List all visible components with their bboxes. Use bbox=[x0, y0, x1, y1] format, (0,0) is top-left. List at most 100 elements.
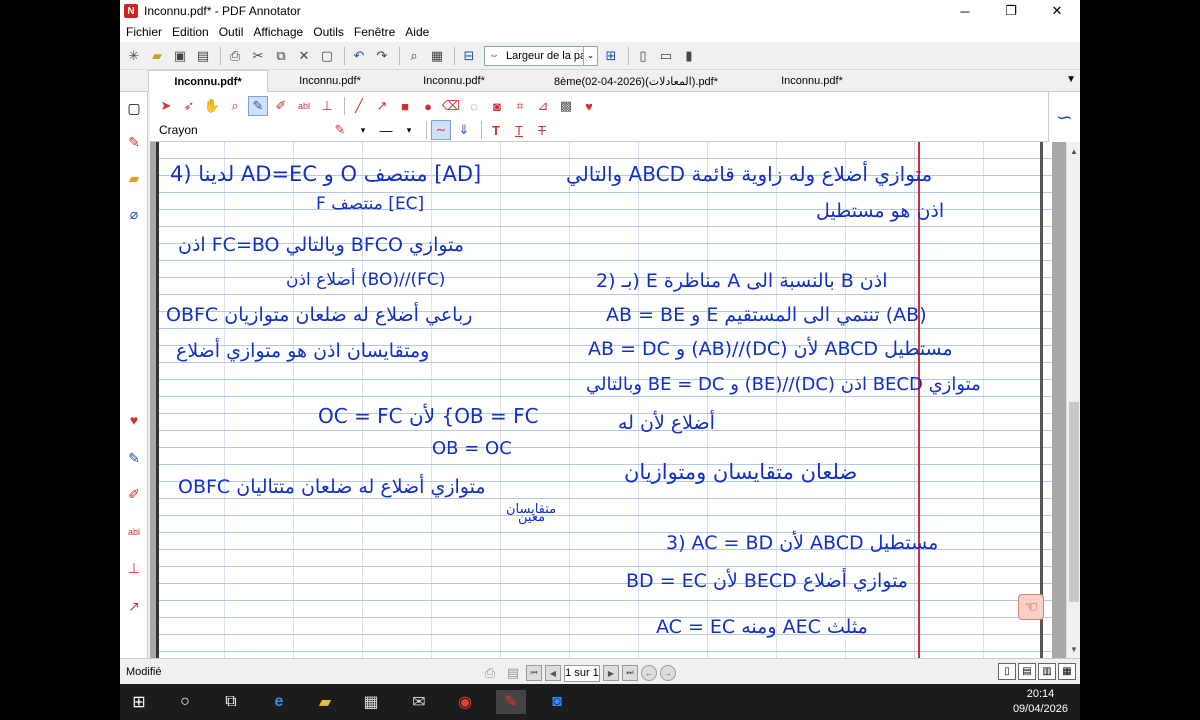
text-strikeout-icon[interactable]: T bbox=[532, 120, 552, 140]
print-preview-icon[interactable]: ⎙ bbox=[480, 663, 500, 683]
line-width-icon[interactable]: — bbox=[376, 120, 396, 140]
last-page-icon[interactable]: ⏭ bbox=[622, 665, 638, 681]
red-pen-icon[interactable]: ✎ bbox=[124, 132, 144, 152]
copy-icon[interactable]: ⧉ bbox=[271, 46, 291, 66]
zoom-app-icon[interactable]: ◙ bbox=[544, 690, 570, 714]
mail-icon[interactable]: ✉ bbox=[406, 690, 432, 714]
stamp-list-icon[interactable]: ▦ bbox=[427, 46, 447, 66]
edge-browser-icon[interactable]: e bbox=[266, 690, 292, 714]
view-continuous-icon[interactable]: ▤ bbox=[1018, 663, 1036, 680]
restore-button[interactable]: ❐ bbox=[988, 0, 1034, 22]
line-tool-icon[interactable]: ╱ bbox=[349, 96, 369, 116]
save-icon[interactable]: ▣ bbox=[170, 46, 190, 66]
attachment-icon[interactable]: ⌀ bbox=[124, 204, 144, 224]
undo-icon[interactable]: ↶ bbox=[349, 46, 369, 66]
tab-inconnu-5[interactable]: Inconnu.pdf* bbox=[756, 70, 868, 92]
scroll-down-icon[interactable]: ▼ bbox=[1067, 642, 1081, 656]
stamp-tool-icon[interactable]: ⊥ bbox=[317, 96, 337, 116]
tab-inconnu-3[interactable]: Inconnu.pdf* bbox=[392, 70, 516, 92]
select-tool-icon[interactable]: ➤ bbox=[156, 96, 176, 116]
menu-outils[interactable]: Outils bbox=[313, 25, 344, 39]
pen-tool-icon[interactable]: ✎ bbox=[248, 96, 268, 116]
sticky-note-icon[interactable]: ▰ bbox=[124, 168, 144, 188]
width-dropdown-icon[interactable]: ▾ bbox=[399, 120, 419, 140]
close-button[interactable]: ✕ bbox=[1034, 0, 1080, 22]
page-width-icon[interactable]: ▭ bbox=[656, 46, 676, 66]
pen-color-icon[interactable]: ✎ bbox=[330, 120, 350, 140]
menu-fenetre[interactable]: Fenêtre bbox=[354, 25, 395, 39]
chrome-icon[interactable]: ◉ bbox=[452, 690, 478, 714]
menu-edition[interactable]: Edition bbox=[172, 25, 209, 39]
text-box-icon[interactable]: abl bbox=[124, 522, 144, 542]
previous-page-icon[interactable]: ◀ bbox=[545, 665, 561, 681]
arrow-tool-icon[interactable]: ↗ bbox=[124, 596, 144, 616]
red-highlighter-icon[interactable]: ✐ bbox=[124, 484, 144, 504]
tab-inconnu-2[interactable]: Inconnu.pdf* bbox=[270, 70, 390, 92]
scroll-up-icon[interactable]: ▲ bbox=[1067, 144, 1081, 158]
full-screen-icon[interactable]: ▮ bbox=[679, 46, 699, 66]
store-icon[interactable]: ▦ bbox=[358, 690, 384, 714]
page-indicator[interactable]: 1 sur 1 bbox=[564, 664, 600, 682]
pdf-annotator-taskbar-icon[interactable]: ✎ bbox=[496, 690, 526, 714]
system-clock[interactable]: 20:14 09/04/2026 bbox=[1013, 687, 1068, 717]
first-page-icon[interactable]: ⏮ bbox=[526, 665, 542, 681]
rectangle-tool-icon[interactable]: ■ bbox=[395, 96, 415, 116]
ellipse-tool-icon[interactable]: ● bbox=[418, 96, 438, 116]
save-all-icon[interactable]: ▤ bbox=[193, 46, 213, 66]
paste-icon[interactable]: ▢ bbox=[317, 46, 337, 66]
open-folder-icon[interactable]: ▰ bbox=[147, 46, 167, 66]
tab-8eme-equations[interactable]: 8ème(02-04-2026)(المعادلات).pdf* bbox=[518, 70, 754, 92]
minimize-button[interactable]: ─ bbox=[942, 0, 988, 22]
tab-inconnu-1[interactable]: Inconnu.pdf* bbox=[148, 70, 268, 92]
image-tool-icon[interactable]: ▩ bbox=[556, 96, 576, 116]
text-underline-icon[interactable]: T bbox=[509, 120, 529, 140]
tab-list-dropdown-icon[interactable]: ▼ bbox=[1066, 74, 1076, 85]
menu-outil[interactable]: Outil bbox=[219, 25, 244, 39]
next-page-icon[interactable]: ▶ bbox=[603, 665, 619, 681]
back-icon[interactable]: ← bbox=[641, 665, 657, 681]
hand-tool-icon[interactable]: ✋ bbox=[202, 96, 222, 116]
eraser-tool-icon[interactable]: ⌫ bbox=[441, 96, 461, 116]
magnifier-icon[interactable]: ⌕ bbox=[225, 96, 245, 116]
file-explorer-icon[interactable]: ▰ bbox=[312, 690, 338, 714]
print-icon[interactable]: ⎙ bbox=[225, 46, 245, 66]
new-document-icon[interactable]: ✳ bbox=[124, 46, 144, 66]
text-bold-icon[interactable]: T bbox=[486, 120, 506, 140]
blank-page-icon[interactable]: ▢ bbox=[124, 98, 144, 118]
zoom-out-icon[interactable]: ⊟ bbox=[459, 46, 479, 66]
document-view[interactable]: 4) لدينا AD=EC و O منتصف [AD] F منتصف [E… bbox=[150, 142, 1066, 658]
pressure-icon[interactable]: ⇓ bbox=[454, 120, 474, 140]
cut-icon[interactable]: ✂ bbox=[248, 46, 268, 66]
chevron-down-icon[interactable]: ⌄ bbox=[583, 46, 597, 65]
stamp-icon[interactable]: ⊥ bbox=[124, 558, 144, 578]
forward-icon[interactable]: → bbox=[660, 665, 676, 681]
heart-tool-icon[interactable]: ♥ bbox=[579, 96, 599, 116]
find-icon[interactable]: ⌕ bbox=[404, 46, 424, 66]
pdf-page[interactable]: 4) لدينا AD=EC و O منتصف [AD] F منتصف [E… bbox=[156, 142, 1052, 658]
single-page-icon[interactable]: ▯ bbox=[633, 46, 653, 66]
search-icon[interactable]: ○ bbox=[172, 690, 198, 714]
arrow-line-tool-icon[interactable]: ↗ bbox=[372, 96, 392, 116]
text-tool-icon[interactable]: abl bbox=[294, 96, 314, 116]
menu-affichage[interactable]: Affichage bbox=[253, 25, 303, 39]
zoom-select[interactable]: ⇔ Largeur de la pa ⌄ bbox=[484, 45, 598, 66]
highlighter-tool-icon[interactable]: ✐ bbox=[271, 96, 291, 116]
scroll-thumb[interactable] bbox=[1069, 402, 1079, 602]
page-layout-icon[interactable]: ▤ bbox=[503, 663, 523, 683]
redo-icon[interactable]: ↷ bbox=[372, 46, 392, 66]
menu-fichier[interactable]: Fichier bbox=[126, 25, 162, 39]
camera-tool-icon[interactable]: ◙ bbox=[487, 96, 507, 116]
windows-start-icon[interactable]: ⊞ bbox=[126, 690, 152, 714]
view-grid-icon[interactable]: ▦ bbox=[1058, 663, 1076, 680]
smooth-stroke-icon[interactable]: ∼ bbox=[431, 120, 451, 140]
menu-aide[interactable]: Aide bbox=[405, 25, 429, 39]
task-view-icon[interactable]: ⧉ bbox=[218, 690, 244, 714]
color-dropdown-icon[interactable]: ▾ bbox=[353, 120, 373, 140]
blue-pen-icon[interactable]: ✎ bbox=[124, 448, 144, 468]
crop-tool-icon[interactable]: ⌗ bbox=[510, 96, 530, 116]
heart-stamp-icon[interactable]: ♥ bbox=[124, 410, 144, 430]
select-text-icon[interactable]: ➶ bbox=[179, 96, 199, 116]
zoom-in-icon[interactable]: ⊞ bbox=[601, 46, 621, 66]
view-single-icon[interactable]: ▯ bbox=[998, 663, 1016, 680]
lasso-tool-icon[interactable]: ◌ bbox=[464, 96, 484, 116]
